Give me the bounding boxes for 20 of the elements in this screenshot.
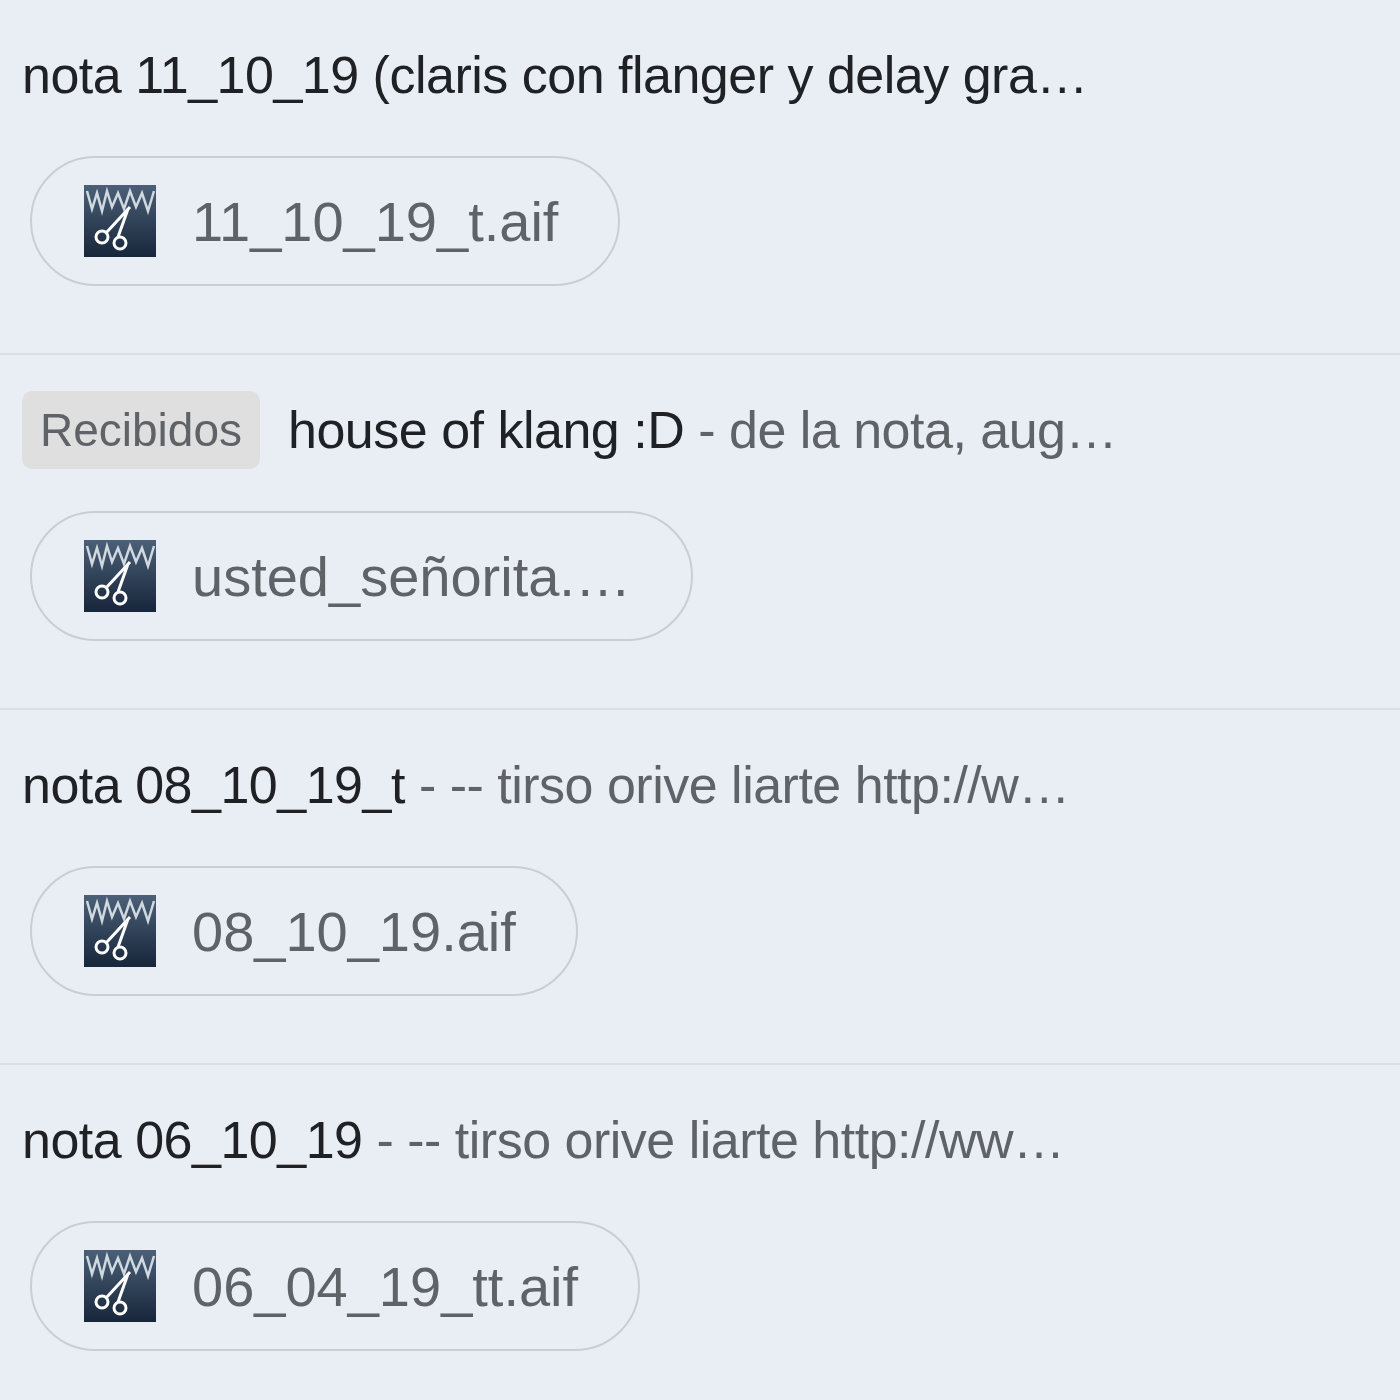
audio-edit-icon [84,540,156,612]
email-subject[interactable]: nota 08_10_19_t [22,755,405,815]
attachment-name: 11_10_19_t.aif [192,188,559,254]
audio-edit-icon [84,185,156,257]
label-tag[interactable]: Recibidos [22,391,260,469]
email-subject[interactable]: nota 11_10_19 (claris con flanger y delay gra… [22,45,1088,105]
attachment-name: 08_10_19.aif [192,898,516,964]
attachment-chip[interactable]: 08_10_19.aif [30,866,578,996]
audio-edit-icon [84,895,156,967]
email-subject[interactable]: nota 06_10_19 [22,1110,363,1170]
attachment-chip[interactable]: usted_señorita.… [30,511,693,641]
email-snippet: - -- tirso orive liarte http://w… [418,755,1070,815]
attachment-chip[interactable]: 06_04_19_tt.aif [30,1221,641,1351]
attachment-name: usted_señorita.… [192,543,631,609]
audio-edit-icon [84,1250,156,1322]
email-snippet: - -- tirso orive liarte http://ww… [376,1110,1065,1170]
attachment-name: 06_04_19_tt.aif [192,1253,579,1319]
attachment-chip[interactable]: 11_10_19_t.aif [30,156,621,286]
email-subject[interactable]: house of klang :D [288,400,685,460]
email-snippet: - de la nota, aug… [698,400,1118,460]
